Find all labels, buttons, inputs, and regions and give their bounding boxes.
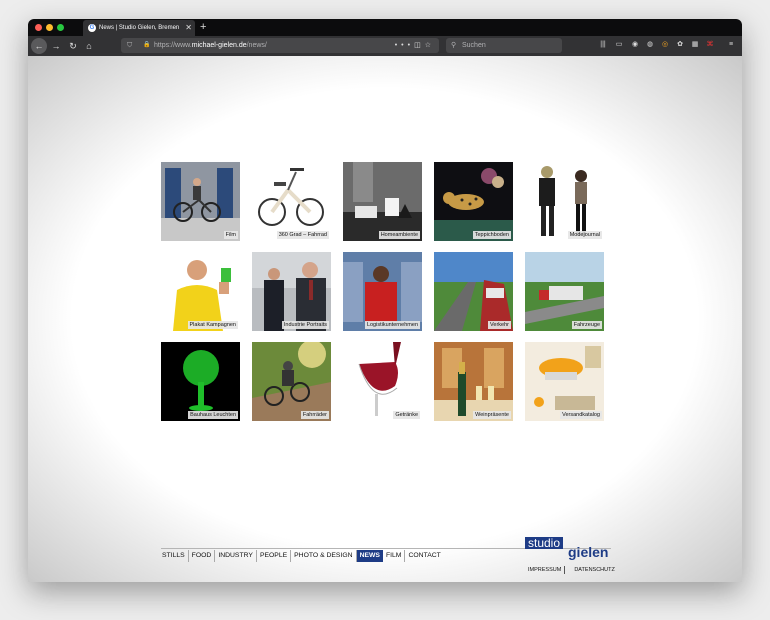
gallery-tile-weinpraesente[interactable]: Weinpräsente	[434, 342, 513, 421]
tile-label: 360 Grad – Fahrrad	[276, 231, 329, 239]
tab-bar: G News | Studio Gielen, Bremen ✕ +	[28, 19, 742, 36]
forward-arrow-icon[interactable]: →	[48, 38, 64, 54]
tile-label: Homeambiente	[378, 231, 420, 239]
navigation-toolbar: ← → ↻ ⌂ ⛉ 🔒 https://www.michael-gielen.d…	[28, 36, 742, 56]
logo-studio[interactable]: studio	[525, 537, 564, 549]
tile-label: Teppichboden	[472, 231, 511, 239]
champagne-icon	[434, 342, 513, 421]
gallery-tile-getraenke[interactable]: Getränke	[343, 342, 422, 421]
tile-label: Plakat Kampagnen	[187, 321, 238, 329]
search-bar[interactable]: ⚲ Suchen	[446, 38, 562, 53]
ebike-icon	[252, 162, 331, 241]
caviar-icon	[525, 342, 604, 421]
tile-label: Fahrzeuge	[571, 321, 602, 329]
back-arrow-icon[interactable]: ←	[31, 38, 47, 54]
gallery-tile-versandkatalog[interactable]: Versandkatalog	[525, 342, 604, 421]
search-icon: ⚲	[451, 42, 457, 49]
gallery-tile-film[interactable]: Film	[161, 162, 240, 241]
minimize-window-button[interactable]	[46, 24, 53, 31]
tile-label: Logistikunternehmen	[364, 321, 420, 329]
tile-label: Film	[223, 231, 238, 239]
tile-label: Getränke	[393, 411, 420, 419]
nav-food[interactable]: FOOD	[189, 550, 216, 562]
pdf-icon[interactable]: ⌘	[705, 40, 715, 50]
legal-links: IMPRESSUM DATENSCHUTZ	[525, 566, 618, 574]
nav-news[interactable]: NEWS	[356, 550, 383, 562]
tile-label: Fahrräder	[300, 411, 329, 419]
search-placeholder: Suchen	[462, 42, 486, 49]
green-lamp-icon	[161, 342, 240, 421]
gallery-tile-logistikunternehmen[interactable]: Logistikunternehmen	[343, 252, 422, 331]
logo-gielen[interactable]: gielen	[568, 545, 608, 559]
nav-contact[interactable]: CONTACT	[405, 550, 443, 562]
datenschutz-link[interactable]: DATENSCHUTZ	[571, 567, 618, 573]
gallery-tile-fahrraeder[interactable]: Fahrräder	[252, 342, 331, 421]
wine-glass-icon	[343, 342, 422, 421]
address-bar[interactable]: ⛉ 🔒 https://www.michael-gielen.de/news/ …	[121, 38, 439, 53]
home-icon[interactable]: ⌂	[81, 38, 97, 54]
tile-label: Modejournal	[567, 231, 602, 239]
gallery-tile-teppichboden[interactable]: Teppichboden	[434, 162, 513, 241]
bicycle-rider-icon	[161, 162, 240, 241]
truck-icon	[525, 252, 604, 331]
sidebar-icon[interactable]: ▭	[614, 40, 624, 50]
reload-icon[interactable]: ↻	[65, 38, 81, 54]
extension-puzzle-icon[interactable]: ✿	[675, 40, 685, 50]
tab-title: News | Studio Gielen, Bremen	[99, 25, 180, 31]
tile-label: Versandkatalog	[560, 411, 602, 419]
pocket-icon[interactable]: ◫	[414, 42, 425, 49]
browser-window: G News | Studio Gielen, Bremen ✕ + ← → ↻…	[28, 19, 742, 582]
gallery-tile-modejournal[interactable]: Modejournal	[525, 162, 604, 241]
footer-navigation: STILLS FOOD INDUSTRY PEOPLE PHOTO & DESI…	[161, 550, 444, 562]
gallery-tile-homeambiente[interactable]: Homeambiente	[343, 162, 422, 241]
gallery-tile-verkehr[interactable]: Verkehr	[434, 252, 513, 331]
browser-tab[interactable]: G News | Studio Gielen, Bremen ✕	[83, 20, 195, 36]
page-actions: •••◫☆	[395, 38, 435, 53]
close-tab-icon[interactable]: ✕	[185, 20, 192, 36]
new-tab-icon[interactable]: +	[200, 19, 206, 35]
gallery-tile-industrie-portraits[interactable]: Industrie Portraits	[252, 252, 331, 331]
page-content: Film 360 Grad – Fahrrad Homeambiente Tep…	[28, 56, 742, 582]
account-icon[interactable]: ◉	[630, 40, 640, 50]
gallery-tile-360-fahrrad[interactable]: 360 Grad – Fahrrad	[252, 162, 331, 241]
leopard-icon	[434, 162, 513, 241]
man-yellow-jacket-icon	[161, 252, 240, 331]
tile-label: Verkehr	[488, 321, 511, 329]
lock-icon[interactable]: 🔒	[143, 38, 150, 53]
tile-label: Weinpräsente	[473, 411, 511, 419]
impressum-link[interactable]: IMPRESSUM	[525, 567, 564, 573]
businessmen-icon	[252, 252, 331, 331]
nav-film[interactable]: FILM	[383, 550, 406, 562]
extension-icons: ||| ▭ ◉ ◍ ◎ ✿ ▦ ⌘ ≡	[590, 39, 740, 53]
grid-icon[interactable]: ▦	[690, 40, 700, 50]
gallery-tile-bauhaus-leuchten[interactable]: Bauhaus Leuchten	[161, 342, 240, 421]
interior-icon	[343, 162, 422, 241]
more-icon[interactable]: •••	[395, 42, 414, 49]
shield-icon[interactable]: ⛉	[127, 38, 132, 53]
close-window-button[interactable]	[35, 24, 42, 31]
train-icon	[434, 252, 513, 331]
tile-label: Bauhaus Leuchten	[188, 411, 238, 419]
gallery-tile-fahrzeuge[interactable]: Fahrzeuge	[525, 252, 604, 331]
extension-ghost-icon[interactable]: ◍	[645, 40, 655, 50]
mountain-bike-icon	[252, 342, 331, 421]
maximize-window-button[interactable]	[57, 24, 64, 31]
extension-color-icon[interactable]: ◎	[660, 40, 670, 50]
gallery-tile-plakat-kampagnen[interactable]: Plakat Kampagnen	[161, 252, 240, 331]
nav-stills[interactable]: STILLS	[161, 550, 189, 562]
tile-label: Industrie Portraits	[281, 321, 329, 329]
fashion-models-icon	[525, 162, 604, 241]
nav-people[interactable]: PEOPLE	[257, 550, 292, 562]
nav-photo-design[interactable]: PHOTO & DESIGN	[291, 550, 357, 562]
url-text[interactable]: https://www.michael-gielen.de/news/	[154, 38, 267, 53]
star-icon[interactable]: ☆	[425, 42, 435, 49]
library-icon[interactable]: |||	[598, 40, 608, 50]
favicon-icon: G	[88, 24, 96, 32]
nav-industry[interactable]: INDUSTRY	[215, 550, 257, 562]
menu-icon[interactable]: ≡	[726, 40, 736, 50]
worker-icon	[343, 252, 422, 331]
